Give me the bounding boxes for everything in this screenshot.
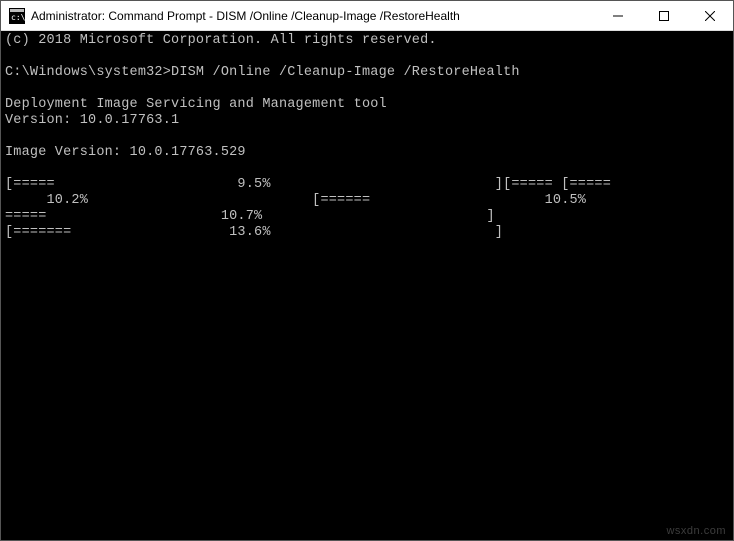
- progress-line: 10.2% [====== 10.5% [=: [5, 193, 733, 208]
- progress-line: [======= 13.6% ]: [5, 225, 511, 240]
- close-button[interactable]: [687, 1, 733, 30]
- minimize-icon: [613, 11, 623, 21]
- image-version: Image Version: 10.0.17763.529: [5, 145, 246, 160]
- window-controls: [595, 1, 733, 30]
- prompt: C:\Windows\system32>: [5, 65, 171, 80]
- watermark: wsxdn.com: [666, 525, 726, 537]
- svg-text:c:\: c:\: [11, 13, 25, 22]
- command: DISM /Online /Cleanup-Image /RestoreHeal…: [171, 65, 520, 80]
- tool-version: Version: 10.0.17763.1: [5, 113, 179, 128]
- progress-line: ===== 10.7% ]: [5, 209, 503, 224]
- close-icon: [705, 11, 715, 21]
- command-line: C:\Windows\system32>DISM /Online /Cleanu…: [5, 65, 520, 80]
- copyright-line: (c) 2018 Microsoft Corporation. All righ…: [5, 33, 437, 48]
- terminal-output[interactable]: (c) 2018 Microsoft Corporation. All righ…: [1, 31, 733, 540]
- tool-name: Deployment Image Servicing and Managemen…: [5, 97, 387, 112]
- minimize-button[interactable]: [595, 1, 641, 30]
- window-titlebar: c:\ Administrator: Command Prompt - DISM…: [1, 1, 733, 31]
- window-title: Administrator: Command Prompt - DISM /On…: [31, 9, 595, 23]
- progress-line: [===== 9.5% ][===== [=====: [5, 177, 694, 192]
- maximize-button[interactable]: [641, 1, 687, 30]
- maximize-icon: [659, 11, 669, 21]
- cmd-icon: c:\: [9, 8, 25, 24]
